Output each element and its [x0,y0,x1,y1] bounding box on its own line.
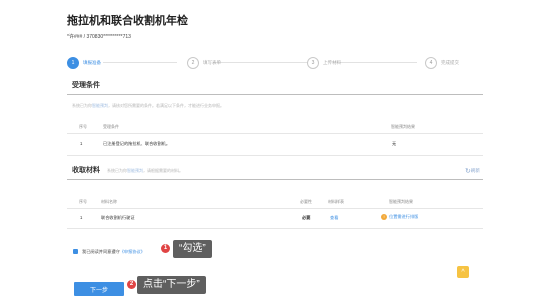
next-button[interactable]: 下一步 [74,282,124,296]
chevron-up-icon: ^ [461,268,465,276]
step-4: 4 完成提交 [425,56,459,70]
table-divider [67,155,483,156]
col-result: 智能预判结果 [389,199,413,204]
table-divider [67,133,483,134]
step-number: 4 [425,57,437,69]
step-connector [213,62,308,63]
step-connector [333,62,417,63]
note-text: 系统已为你 [107,168,127,173]
step-2: 2 填写表单 [187,56,221,70]
smart-check-link[interactable]: 智能预判 [92,103,108,108]
smart-check-link[interactable]: 智能预判 [127,168,143,173]
step-label: 填报准备 [83,60,101,65]
table-cell-result: ! 位置需进行排版 [381,214,418,220]
check-callout: “勾选” [173,240,212,258]
table-divider [67,208,483,209]
result-text: 位置需进行排版 [389,214,419,220]
section-divider [67,179,483,180]
conditions-note: 系统已为你智能预判，请核对您所需要的条件。若满足以下条件，才能进行业务申报。 [72,103,224,109]
agreement-text: 我已阅读并同意遵守《申报协议》 [82,249,145,255]
table-cell-name: 联合收割机行驶证 [101,215,135,220]
table-cell-condition: 已注册登记的拖拉机、联合收割机。 [103,141,171,146]
next-callout: 点击“下一步” [137,276,206,294]
step-indicator: 1 填报准备 2 填写表单 3 上传材料 4 完成提交 [67,56,483,70]
step-number: 3 [307,57,319,69]
step-label: 完成提交 [441,60,459,65]
note-text: ，请根据需要的材料。 [143,168,183,173]
col-no: 序号 [79,124,87,129]
refresh-button[interactable]: ↻刷新 [465,167,480,175]
table-cell-no: 1 [80,141,83,146]
table-cell-no: 1 [80,215,83,220]
materials-title: 收取材料 [72,167,100,174]
account-info: *许### / 370830**********713 [67,34,131,40]
col-name: 材料名称 [101,199,117,204]
col-sample: 材料样表 [328,199,344,204]
col-result: 智能预判结果 [391,124,415,129]
page-title: 拖拉机和联合收割机年检 [67,15,188,27]
step-badge-2: 2 [127,280,136,289]
warning-icon: ! [381,214,387,220]
step-number: 1 [67,57,79,69]
step-badge-1: 1 [161,244,170,253]
agreement-link[interactable]: 《申报协议》 [120,249,145,254]
step-3: 3 上传材料 [307,56,341,70]
table-divider [67,228,483,229]
step-1: 1 填报准备 [67,56,101,70]
note-text: ，请核对您所需要的条件。若满足以下条件，才能进行业务申报。 [108,103,224,108]
table-cell-result: 无 [392,141,397,146]
step-number: 2 [187,57,199,69]
step-connector [103,62,177,63]
refresh-label: 刷新 [470,168,480,174]
step-label: 上传材料 [323,60,341,65]
agree-checkbox[interactable] [73,249,78,254]
back-to-top-button[interactable]: ^ [457,266,469,278]
agreement-label: 我已阅读并同意遵守 [82,249,120,254]
step-label: 填写表单 [203,60,221,65]
table-cell-required: 必要 [302,215,311,220]
conditions-title: 受理条件 [72,82,100,89]
col-required: 必要性 [300,199,312,204]
col-no: 序号 [79,199,87,204]
sample-view-link[interactable]: 查看 [330,215,338,221]
note-text: 系统已为你 [72,103,92,108]
col-condition: 受理条件 [103,124,119,129]
section-divider [67,94,483,95]
materials-note: 系统已为你智能预判，请根据需要的材料。 [107,168,183,174]
